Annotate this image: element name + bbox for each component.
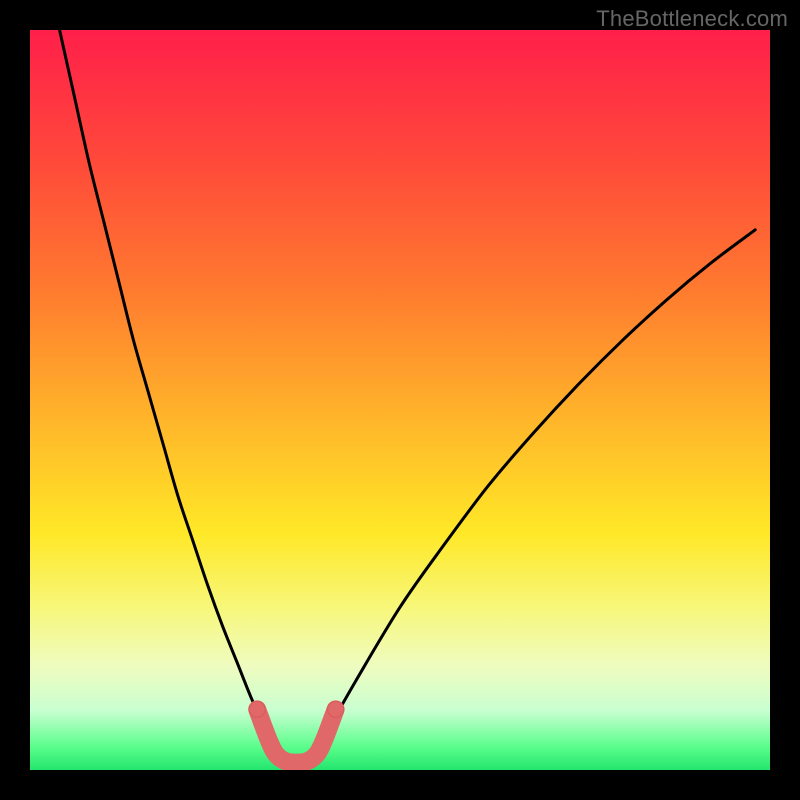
chart-frame: TheBottleneck.com bbox=[0, 0, 800, 800]
watermark-text: TheBottleneck.com bbox=[596, 6, 788, 32]
optimal-range-band bbox=[257, 709, 335, 762]
optimal-marker-start bbox=[249, 701, 265, 717]
bottleneck-curve bbox=[60, 30, 756, 763]
optimal-marker-end bbox=[328, 701, 344, 717]
plot-area bbox=[30, 30, 770, 770]
chart-svg bbox=[30, 30, 770, 770]
